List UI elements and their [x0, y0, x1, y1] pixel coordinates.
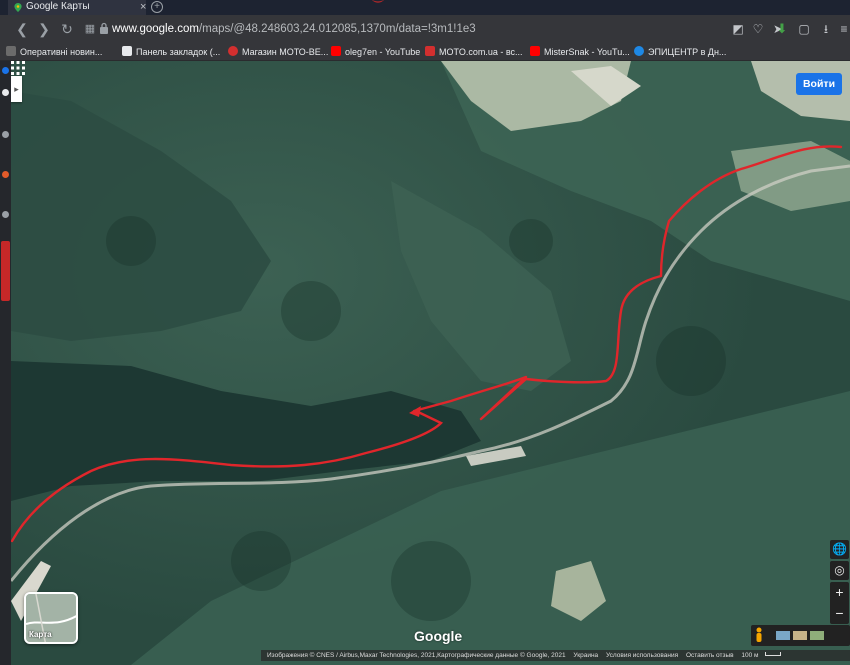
download-green-icon[interactable]: ⬇: [774, 21, 790, 37]
camera-icon[interactable]: ◩: [730, 21, 746, 37]
moto-icon: [228, 46, 238, 56]
bookmarks-bar: Оперативні новин... Панель закладок (...…: [0, 43, 850, 61]
youtube-icon: [331, 46, 341, 56]
zoom-out-button[interactable]: −: [830, 603, 849, 624]
country-label: Украина: [573, 652, 599, 659]
google-apps-icon[interactable]: [11, 61, 25, 75]
side-app-icon[interactable]: [2, 171, 9, 178]
google-logo: Google: [414, 628, 463, 644]
tab-bar: Google Карты × +: [0, 0, 850, 15]
youtube-icon: [530, 46, 540, 56]
moto-com-icon: [425, 46, 435, 56]
bookmark-item[interactable]: oleg7en - YouTube: [331, 45, 420, 59]
layers-toggle-button[interactable]: Карта: [24, 592, 78, 644]
street-view-panel: [751, 625, 850, 646]
address-host: www.google.com: [112, 23, 199, 35]
attribution-bar: Изображения © CNES / Airbus,Maxar Techno…: [261, 650, 850, 661]
bookmark-item[interactable]: Магазин МОТО-ВЕ...: [228, 45, 328, 59]
feedback-link[interactable]: Оставить отзыв: [686, 652, 734, 659]
tab-title: Google Карты: [26, 1, 90, 12]
back-icon[interactable]: ❮: [14, 21, 30, 37]
tab-strip-decoration-icon: [372, 0, 384, 3]
side-app-icon[interactable]: [2, 67, 9, 74]
side-thumbnail-image: [1, 241, 10, 301]
terms-link[interactable]: Условия использования: [606, 652, 678, 659]
epicentr-icon: [634, 46, 644, 56]
zoom-controls: + −: [830, 582, 849, 624]
side-app-icon[interactable]: [2, 211, 9, 218]
new-tab-button[interactable]: +: [151, 1, 163, 13]
bookmark-item[interactable]: MOTO.com.ua - вс...: [425, 45, 523, 59]
address-bar[interactable]: www.google.com/maps/@48.248603,24.012085…: [112, 19, 712, 39]
heart-icon[interactable]: ♡: [750, 21, 766, 37]
reload-icon[interactable]: ↻: [59, 21, 75, 37]
google-maps-favicon-icon: [14, 3, 22, 12]
address-path: /maps/@48.248603,24.012085,1370m/data=!3…: [198, 23, 476, 35]
side-app-icon[interactable]: [2, 89, 9, 96]
my-location-icon[interactable]: ◎: [830, 561, 849, 580]
bookmark-item[interactable]: ЭПИЦЕНТР в Дн...: [634, 45, 726, 59]
globe-view-icon[interactable]: 🌐: [830, 540, 849, 559]
side-strip: [0, 61, 11, 665]
folder-icon: [122, 46, 132, 56]
imagery-attribution: Изображения © CNES / Airbus,Maxar Techno…: [267, 652, 566, 659]
cube-icon[interactable]: ▢: [796, 21, 812, 37]
bookmark-item[interactable]: Панель закладок (...: [122, 45, 220, 59]
bookmark-item[interactable]: MisterSnak - YouTu...: [530, 45, 630, 59]
bookmark-item[interactable]: Оперативні новин...: [6, 45, 102, 59]
street-view-thumbnail-image[interactable]: [776, 631, 790, 640]
menu-icon[interactable]: ≡: [836, 21, 850, 37]
tab-google-maps[interactable]: Google Карты ×: [8, 0, 146, 15]
scale-label[interactable]: 100 м: [741, 652, 758, 659]
sign-in-button[interactable]: Войти: [796, 73, 842, 95]
uni-news-icon: [6, 46, 16, 56]
download-icon[interactable]: ⭳: [818, 21, 834, 37]
pegman-icon[interactable]: [756, 627, 762, 643]
street-view-thumbnail-image[interactable]: [793, 631, 807, 640]
zoom-in-button[interactable]: +: [830, 582, 849, 603]
tab-close-icon[interactable]: ×: [140, 0, 146, 14]
browser-toolbar: ❮ ❯ ↻ ▦ www.google.com/maps/@48.248603,2…: [0, 15, 850, 43]
side-app-icon[interactable]: [2, 131, 9, 138]
layers-label: Карта: [29, 630, 52, 639]
street-view-thumbnail-image[interactable]: [810, 631, 824, 640]
scale-bar: [764, 652, 781, 656]
satellite-map[interactable]: ▸ Войти Карта 🌐 ◎ + − ⌃: [11, 61, 850, 665]
expand-side-panel-icon[interactable]: ▸: [11, 76, 22, 102]
satellite-imagery: [11, 61, 850, 665]
lock-icon: [96, 22, 112, 38]
forward-icon[interactable]: ❯: [36, 21, 52, 37]
